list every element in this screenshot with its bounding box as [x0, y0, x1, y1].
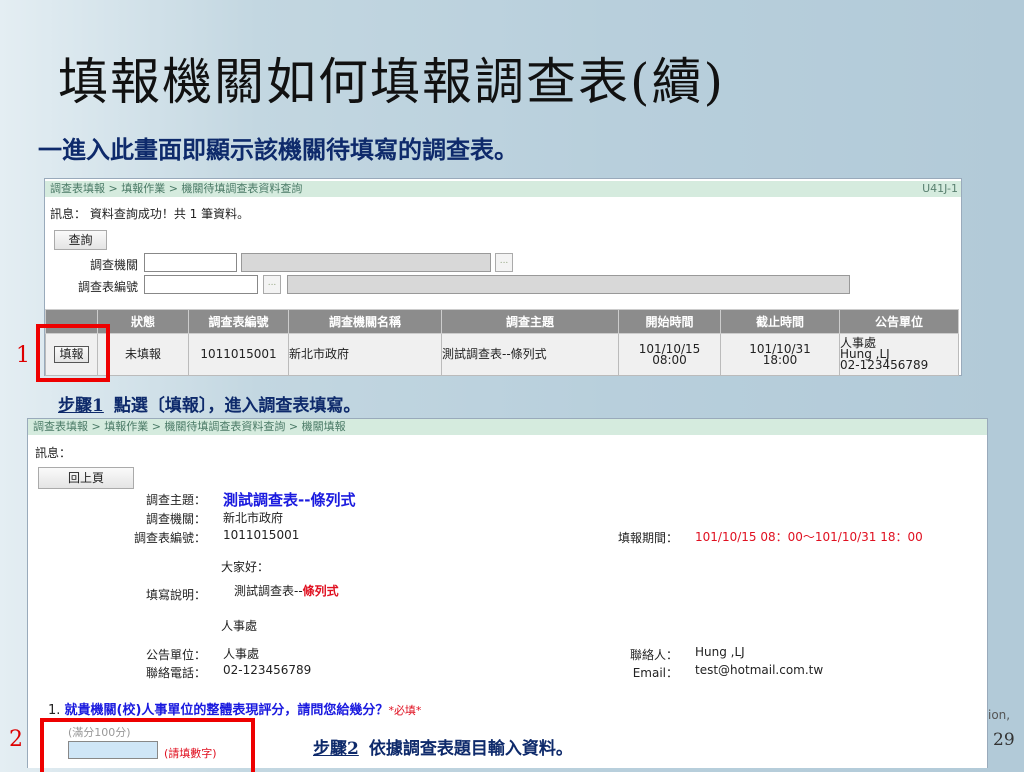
step2-caption: 步驟2 依據調查表題目輸入資料。	[313, 734, 573, 759]
topic-label: 調查主題：	[145, 493, 206, 507]
status-cell: 未填報	[97, 333, 189, 376]
phone-value: 02-123456789	[223, 663, 312, 677]
step1-text: 點選〔填報〕，進入調查表填寫。	[113, 396, 361, 416]
col-agency: 調查機關名稱	[288, 309, 442, 334]
agency-label-2: 調查機關：	[145, 512, 206, 526]
back-button[interactable]: 回上頁	[38, 467, 134, 489]
period-value: 101/10/15 08：00～101/10/31 18：00	[695, 530, 923, 544]
period-label: 填報期間：	[617, 531, 678, 545]
highlight-box-1	[36, 324, 110, 382]
slide-subtitle: 一進入此畫面即顯示該機關待填寫的調查表。	[38, 135, 518, 164]
agency-value: 新北市政府	[223, 511, 284, 525]
query-screenshot: 調查表填報 > 填報作業 > 機關待填調查表資料查詢 U41J-1 訊息： 資料查…	[44, 178, 962, 376]
start-time: 08:00	[652, 352, 687, 367]
footer-fragment: ion,	[988, 708, 1011, 722]
form-picker-button[interactable]: ...	[263, 275, 281, 294]
start-cell: 101/10/15 08:00	[618, 333, 721, 376]
form-name-field	[287, 275, 850, 294]
agency-label: 調查機關	[89, 258, 138, 272]
unit-label: 公告單位：	[145, 648, 206, 662]
page-number: 29	[993, 730, 1015, 750]
page-code: U41J-1	[922, 182, 958, 195]
q1-number: 1.	[48, 703, 61, 718]
phone-label: 聯絡電話：	[145, 666, 206, 680]
marker-1: 1	[16, 343, 30, 368]
instr-text: 測試調查表--條列式	[234, 582, 339, 599]
form-no-label: 調查表編號	[77, 280, 138, 294]
instr-red: 條列式	[302, 584, 339, 598]
agency-name-field	[241, 253, 491, 272]
unit-phone: 02-123456789	[840, 358, 929, 372]
col-start: 開始時間	[618, 309, 721, 334]
table-row: 填報 未填報 1011015001 新北市政府 測試調查表--條列式 101/1…	[45, 333, 959, 376]
q1-required: *必填*	[388, 704, 422, 717]
breadcrumb: 調查表填報 > 填報作業 > 機關待填調查表資料查詢 U41J-1	[45, 181, 961, 197]
marker-2: 2	[9, 727, 23, 752]
form-no-label-2: 調查表編號：	[133, 531, 206, 545]
greeting: 大家好：	[221, 560, 270, 574]
unit-value: 人事處	[223, 647, 260, 661]
unit-cell: 人事處 Hung ,LJ 02-123456789	[839, 333, 959, 376]
breadcrumb-2: 調查表填報 > 填報作業 > 機關待填調查表資料查詢 > 機關填報	[28, 419, 987, 435]
form-no-input[interactable]	[144, 275, 258, 294]
message: 訊息： 資料查詢成功！共 1 筆資料。	[50, 207, 250, 221]
results-table: 狀態 調查表編號 調查機關名稱 調查主題 開始時間 截止時間 公告單位 填報 未…	[45, 309, 959, 376]
topic-value: 測試調查表--條列式	[223, 491, 356, 509]
end-cell: 101/10/31 18:00	[720, 333, 840, 376]
query-button[interactable]: 查詢	[54, 230, 107, 250]
col-form-no: 調查表編號	[188, 309, 289, 334]
form-no-cell: 1011015001	[188, 333, 289, 376]
slide-title: 填報機關如何填報調查表(續)	[58, 53, 726, 111]
step2-label: 步驟2	[313, 739, 359, 759]
col-end: 截止時間	[720, 309, 840, 334]
end-time: 18:00	[762, 352, 798, 367]
col-unit: 公告單位	[839, 309, 959, 334]
step2-text: 依據調查表題目輸入資料。	[368, 739, 573, 759]
question-1: 1. 就貴機關(校)人事單位的整體表現評分，請問您給幾分？*必填*	[48, 699, 421, 718]
agency-picker-button[interactable]: ...	[495, 253, 513, 272]
agency-code-input[interactable]	[144, 253, 237, 272]
table-header: 狀態 調查表編號 調查機關名稱 調查主題 開始時間 截止時間 公告單位	[45, 309, 959, 334]
col-status: 狀態	[97, 309, 189, 334]
email-label: Email：	[632, 666, 678, 680]
step1-caption: 步驟1 點選〔填報〕，進入調查表填寫。	[58, 391, 360, 416]
contact-value: Hung ,LJ	[695, 645, 745, 659]
step1-label: 步驟1	[58, 396, 104, 416]
email-value: test@hotmail.com.tw	[695, 663, 824, 677]
col-topic: 調查主題	[441, 309, 619, 334]
signature: 人事處	[221, 619, 258, 633]
instr-prefix: 測試調查表--	[234, 584, 303, 598]
breadcrumb-text: 調查表填報 > 填報作業 > 機關待填調查表資料查詢	[50, 182, 303, 195]
fill-screenshot: 調查表填報 > 填報作業 > 機關待填調查表資料查詢 > 機關填報 訊息： 回上…	[27, 418, 988, 768]
topic-cell: 測試調查表--條列式	[441, 333, 619, 376]
q1-text: 就貴機關(校)人事單位的整體表現評分，請問您給幾分？	[64, 703, 389, 718]
instr-label: 填寫說明：	[145, 588, 206, 602]
agency-cell: 新北市政府	[288, 333, 442, 376]
contact-label: 聯絡人：	[629, 648, 678, 662]
highlight-box-2	[40, 718, 255, 772]
form-no-value: 1011015001	[223, 528, 300, 542]
message-2: 訊息：	[35, 446, 72, 460]
